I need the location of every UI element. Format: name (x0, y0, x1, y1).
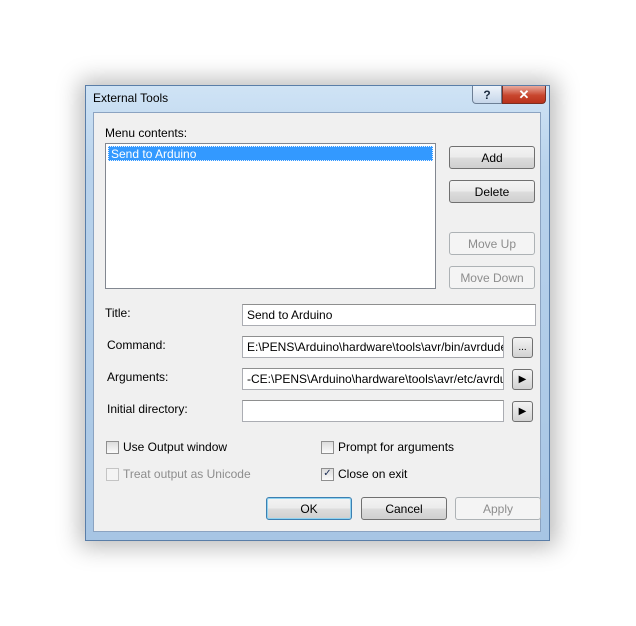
checkbox-box (106, 440, 119, 454)
checkbox-label: Use Output window (123, 440, 228, 454)
arguments-field[interactable]: -CE:\PENS\Arduino\hardware\tools\avr/etc… (242, 368, 504, 390)
initial-directory-field[interactable] (242, 400, 504, 422)
add-button[interactable]: Add (449, 146, 535, 169)
cancel-button[interactable]: Cancel (361, 497, 447, 520)
menu-contents-list[interactable]: Send to Arduino (105, 143, 436, 289)
checkbox-label: Treat output as Unicode (123, 467, 251, 481)
help-button[interactable]: ? (472, 86, 502, 104)
initial-directory-menu-button[interactable]: ▶ (512, 401, 533, 422)
checkbox-label: Close on exit (338, 467, 408, 481)
close-on-exit-checkbox[interactable]: ✓ Close on exit (321, 467, 407, 481)
title-field[interactable]: Send to Arduino (242, 304, 536, 326)
checkbox-box: ✓ (321, 467, 334, 481)
checkbox-box (106, 467, 119, 481)
dialog-client-area: Menu contents: Send to Arduino Add Delet… (93, 112, 541, 532)
command-field[interactable]: E:\PENS\Arduino\hardware\tools\avr/bin/a… (242, 336, 504, 358)
arguments-menu-button[interactable]: ▶ (512, 369, 533, 390)
checkbox-box (321, 440, 334, 454)
command-browse-button[interactable]: ... (512, 337, 533, 358)
prompt-for-arguments-checkbox[interactable]: Prompt for arguments (321, 440, 454, 454)
close-button[interactable]: ✕ (502, 86, 546, 104)
menu-contents-label: Menu contents: (105, 126, 188, 140)
close-icon: ✕ (518, 86, 530, 102)
delete-button[interactable]: Delete (449, 180, 535, 203)
move-up-button[interactable]: Move Up (449, 232, 535, 255)
checkbox-label: Prompt for arguments (338, 440, 455, 454)
arrow-right-icon: ▶ (518, 374, 527, 385)
use-output-window-checkbox[interactable]: Use Output window (106, 440, 227, 454)
title-label: Title: (105, 306, 131, 320)
move-down-button[interactable]: Move Down (449, 266, 535, 289)
initial-directory-label: Initial directory: (107, 402, 188, 416)
help-icon: ? (483, 87, 491, 102)
list-item[interactable]: Send to Arduino (108, 146, 433, 161)
ellipsis-icon: ... (518, 342, 527, 353)
apply-button[interactable]: Apply (455, 497, 541, 520)
treat-output-unicode-checkbox[interactable]: Treat output as Unicode (106, 467, 251, 481)
arrow-right-icon: ▶ (518, 406, 527, 417)
arguments-label: Arguments: (107, 370, 169, 384)
window-title: External Tools (93, 91, 169, 105)
ok-button[interactable]: OK (266, 497, 352, 520)
external-tools-dialog: External Tools ? ✕ Menu contents: Send t… (85, 85, 550, 541)
command-label: Command: (107, 338, 166, 352)
